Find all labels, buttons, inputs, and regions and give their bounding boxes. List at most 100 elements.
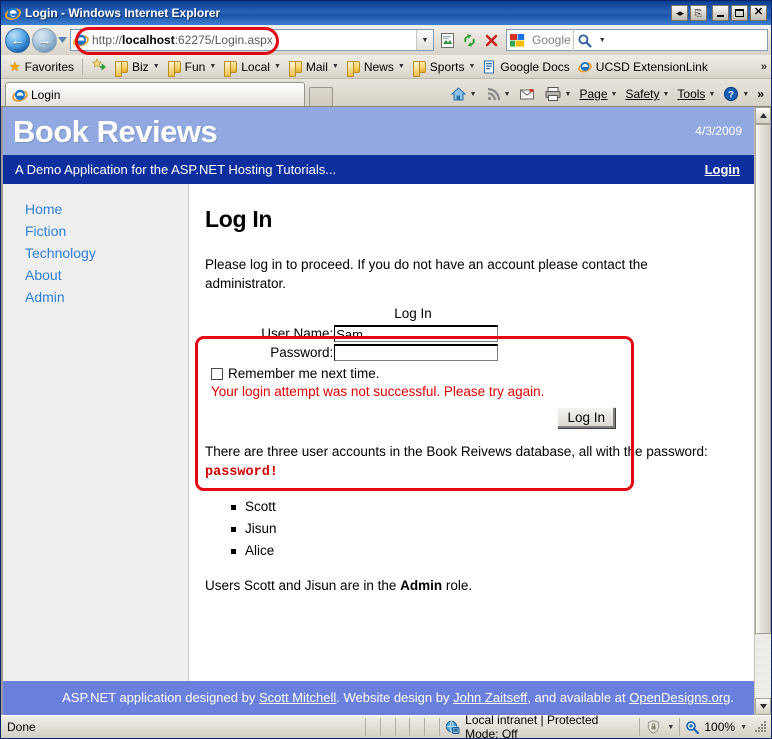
remember-me-label: Remember me next time.	[228, 366, 380, 381]
ie-logo-icon	[12, 87, 28, 103]
sidebar-item-technology[interactable]: Technology	[3, 242, 188, 264]
status-pane	[424, 718, 439, 736]
search-go-button[interactable]	[572, 29, 596, 51]
remember-me-checkbox[interactable]	[211, 367, 223, 380]
fav-item-sports[interactable]: Sports ▼	[409, 59, 480, 77]
zoom-control[interactable]: 100% ▼	[679, 718, 752, 736]
sidebar-item-fiction[interactable]: Fiction	[3, 220, 188, 242]
fav-item-biz[interactable]: Biz ▼	[111, 59, 164, 77]
menu-label: Safety	[625, 87, 660, 101]
site-tagline: A Demo Application for the ASP.NET Hosti…	[15, 162, 337, 177]
chevron-down-icon: ▼	[667, 723, 675, 731]
fav-item-local[interactable]: Local ▼	[220, 59, 285, 77]
fav-label: News	[363, 59, 394, 74]
search-box[interactable]: Google ▼	[506, 29, 768, 51]
close-icon: ✕	[753, 6, 764, 18]
scrollbar-thumb[interactable]	[755, 124, 771, 634]
scrollbar-track[interactable]	[755, 124, 771, 698]
status-pane	[365, 718, 380, 736]
chevron-down-icon: ▼	[564, 90, 572, 98]
remember-me-row[interactable]: Remember me next time.	[211, 362, 615, 381]
fav-label: Fun	[184, 59, 206, 74]
minimize-button[interactable]	[712, 5, 729, 21]
stop-button[interactable]	[481, 29, 502, 51]
add-to-favorites-bar-button[interactable]	[87, 57, 111, 76]
command-overflow-button[interactable]: »	[754, 86, 767, 102]
login-widget: Log In User Name: Password:	[211, 305, 615, 428]
status-right-group: ▼ 100% ▼	[639, 718, 771, 736]
resize-grip[interactable]	[755, 720, 769, 734]
close-button[interactable]: ✕	[750, 5, 767, 21]
tab-login[interactable]: Login	[5, 82, 305, 106]
list-item: Alice	[231, 540, 728, 562]
chevron-down-icon: ▼	[469, 90, 477, 98]
resize-button[interactable]: ◂▸	[671, 5, 688, 21]
page-scrollbar[interactable]	[754, 107, 771, 715]
footer-link-john-zaitseff[interactable]: John Zaitseff	[453, 690, 527, 705]
login-submit-button[interactable]: Log In	[557, 407, 615, 428]
fav-item-ucsd-extensionlink[interactable]: UCSD ExtensionLink	[574, 58, 712, 75]
scroll-up-button[interactable]	[755, 107, 771, 124]
address-dropdown-button[interactable]: ▼	[416, 30, 433, 50]
status-pane	[379, 718, 395, 736]
menu-tools[interactable]: Tools ▼	[674, 86, 718, 102]
back-arrow-icon: ←	[10, 32, 25, 48]
forward-arrow-icon: →	[37, 32, 52, 48]
maximize-button[interactable]	[731, 5, 748, 21]
security-zone[interactable]: Local intranet | Protected Mode: Off	[439, 713, 639, 739]
header-login-link[interactable]: Login	[705, 162, 740, 177]
compatibility-view-button[interactable]	[437, 29, 458, 51]
status-text: Done	[7, 720, 36, 734]
chevron-down-icon: ▼	[740, 723, 747, 731]
sidebar-item-about[interactable]: About	[3, 264, 188, 286]
password-input[interactable]	[334, 344, 499, 361]
print-button[interactable]: ▼	[541, 85, 575, 103]
address-bar[interactable]: http://localhost:62275/Login.aspx ▼	[70, 29, 434, 51]
scroll-down-button[interactable]	[755, 698, 771, 715]
menu-page[interactable]: Page ▼	[576, 86, 620, 102]
forward-button[interactable]: →	[32, 27, 57, 53]
page-viewport: Book Reviews 4/3/2009 A Demo Application…	[1, 106, 771, 715]
role-note-suffix: role.	[442, 578, 473, 593]
fav-item-news[interactable]: News ▼	[343, 59, 409, 77]
sidebar-item-admin[interactable]: Admin	[3, 286, 188, 308]
help-button[interactable]: ? ▼	[720, 85, 752, 103]
chevron-down-icon: ▼	[662, 90, 670, 98]
fav-item-google-docs[interactable]: Google Docs	[479, 59, 573, 75]
list-item: Jisun	[231, 518, 728, 540]
recent-pages-button[interactable]	[57, 28, 70, 53]
read-mail-button[interactable]	[516, 86, 539, 102]
search-input[interactable]: Google	[532, 33, 571, 47]
search-provider-dropdown[interactable]: ▼	[596, 29, 609, 51]
new-tab-button[interactable]	[309, 87, 333, 106]
chevron-down-icon: ▼	[152, 63, 160, 70]
browser-window: Login - Windows Internet Explorer ◂▸ ⎘ ✕…	[0, 0, 772, 739]
fav-item-mail[interactable]: Mail ▼	[285, 59, 343, 77]
fav-label: Biz	[132, 59, 149, 74]
username-input[interactable]	[334, 325, 499, 342]
site-subheader: A Demo Application for the ASP.NET Hosti…	[3, 155, 754, 184]
chevron-down-icon: ▼	[209, 63, 217, 70]
restore-down-button[interactable]: ⎘	[690, 5, 707, 21]
feeds-button[interactable]: ▼	[482, 85, 514, 103]
footer-link-opendesigns[interactable]: OpenDesigns.org	[629, 690, 730, 705]
footer-link-scott-mitchell[interactable]: Scott Mitchell	[259, 690, 336, 705]
protected-mode-button[interactable]: ▼	[639, 718, 679, 736]
home-button[interactable]: ▼	[447, 85, 480, 103]
menu-label: Tools	[677, 87, 706, 101]
back-button[interactable]: ←	[5, 27, 30, 53]
sidebar-item-home[interactable]: Home	[3, 198, 188, 220]
fav-item-fun[interactable]: Fun ▼	[164, 59, 221, 77]
command-bar: ▼ ▼ ▼ Page ▼ Safety ▼ Tools ▼ ? ▼ »	[447, 82, 771, 106]
menu-safety[interactable]: Safety ▼	[622, 86, 672, 102]
site-header: Book Reviews 4/3/2009	[3, 107, 754, 155]
accounts-intro-text: There are three user accounts in the Boo…	[205, 444, 708, 459]
refresh-button[interactable]	[459, 29, 480, 51]
status-pane	[409, 718, 424, 736]
add-star-icon	[91, 58, 107, 75]
security-zone-label: Local intranet | Protected Mode: Off	[465, 713, 599, 739]
chevron-down-icon: ▼	[610, 90, 618, 98]
favorites-overflow-button[interactable]: »	[761, 61, 767, 73]
tab-bar: Login ▼ ▼ ▼ Page ▼ Safety ▼ Tools ▼ ? ▼ …	[1, 79, 771, 106]
favorites-button[interactable]: ★ Favorites	[5, 58, 78, 76]
